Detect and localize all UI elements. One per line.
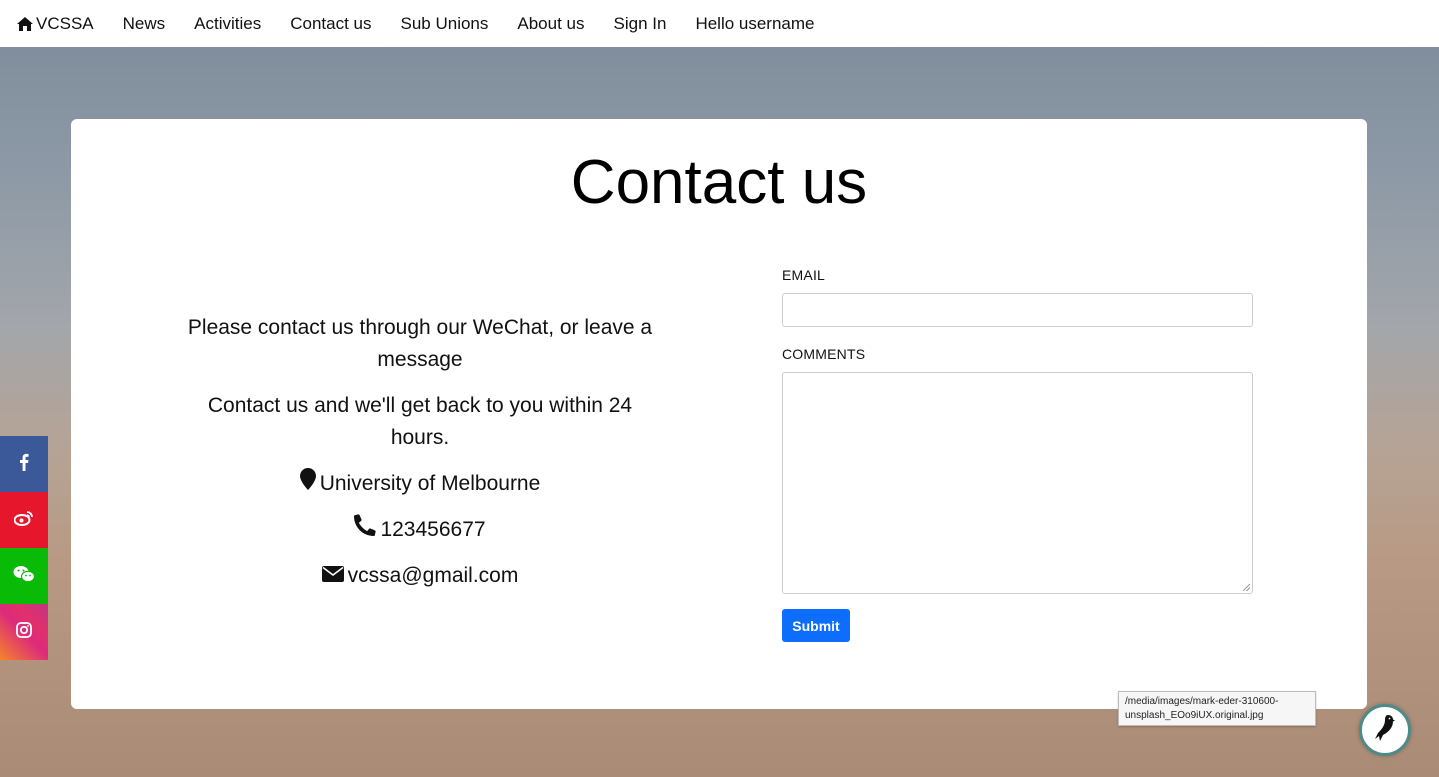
weibo-icon (13, 510, 34, 531)
social-share-bar (0, 436, 48, 660)
comments-label: COMMENTS (782, 346, 866, 362)
nav-sub-unions[interactable]: Sub Unions (401, 14, 489, 34)
phone-text: 123456677 (380, 518, 486, 541)
map-marker-icon (299, 468, 316, 500)
wechat-message: Please contact us through our WeChat, or… (187, 316, 653, 371)
nav-brand-link[interactable]: VCSSA (17, 14, 94, 34)
email-field[interactable] (782, 293, 1253, 327)
comments-textarea[interactable] (782, 372, 1253, 594)
wechat-icon (13, 565, 36, 588)
response-message: Contact us and we'll get back to you wit… (207, 394, 633, 449)
location-text: University of Melbourne (319, 472, 541, 495)
wechat-button[interactable] (0, 548, 48, 604)
image-path-tooltip: /media/images/mark-eder-310600-unsplash_… (1118, 691, 1316, 726)
email-line: vcssa@gmail.com (181, 560, 659, 592)
location-line: University of Melbourne (181, 468, 659, 500)
instagram-icon (16, 621, 32, 643)
nav-contact-us[interactable]: Contact us (290, 14, 371, 34)
wagtail-userbar-button[interactable] (1359, 704, 1411, 756)
bird-icon (1374, 714, 1396, 747)
contact-info: Please contact us through our WeChat, or… (181, 312, 659, 606)
page-title: Contact us (570, 148, 868, 217)
nav-activities[interactable]: Activities (194, 14, 261, 34)
resize-handle[interactable] (1243, 584, 1250, 591)
contact-card: Contact us Please contact us through our… (71, 119, 1367, 709)
phone-line: 123456677 (181, 514, 659, 546)
home-icon (17, 16, 33, 31)
facebook-icon (19, 453, 29, 476)
nav-sign-in[interactable]: Sign In (614, 14, 667, 34)
contact-form: EMAIL COMMENTS Submit (782, 265, 1253, 642)
top-navbar: VCSSA News Activities Contact us Sub Uni… (0, 0, 1439, 47)
nav-about-us[interactable]: About us (517, 14, 584, 34)
submit-button[interactable]: Submit (782, 609, 850, 642)
nav-user-greeting[interactable]: Hello username (695, 14, 814, 34)
instagram-button[interactable] (0, 604, 48, 660)
weibo-button[interactable] (0, 492, 48, 548)
phone-icon (354, 514, 377, 546)
envelope-icon (321, 560, 344, 592)
email-label: EMAIL (782, 267, 826, 283)
nav-news[interactable]: News (123, 14, 166, 34)
brand-label: VCSSA (36, 13, 94, 33)
email-text: vcssa@gmail.com (347, 564, 519, 587)
facebook-button[interactable] (0, 436, 48, 492)
